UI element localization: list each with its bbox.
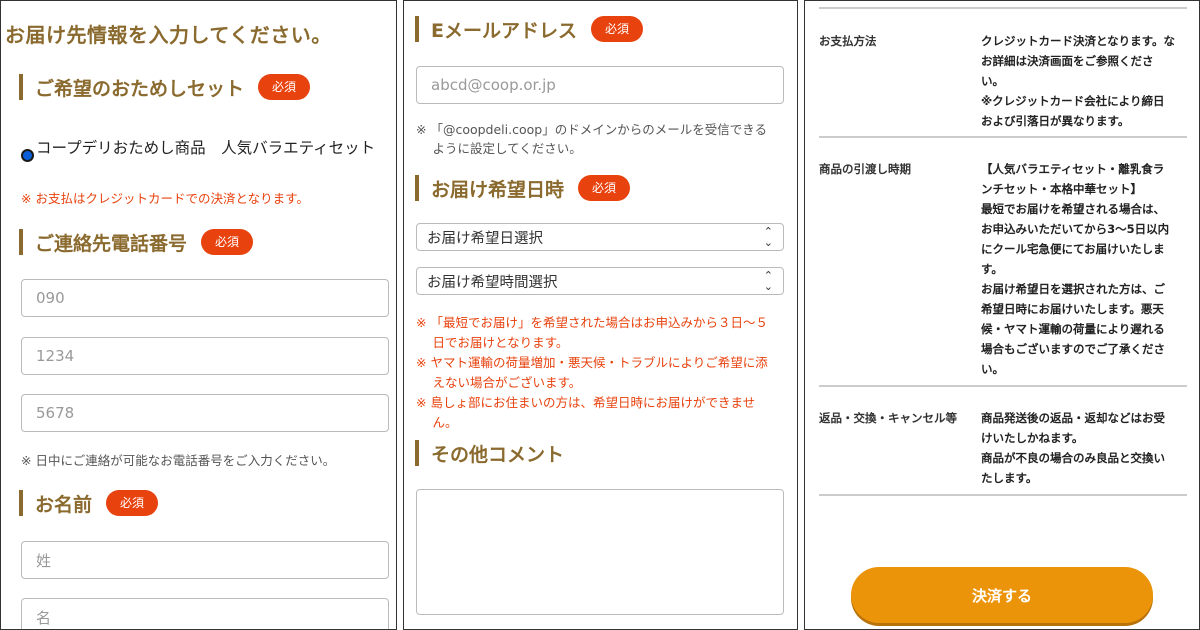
table-row-returns: 返品・交換・キャンセル等 商品発送後の返品・返却などはお受 けいたしかねます。 … [819,408,1187,488]
pay-button[interactable]: 決済する [851,567,1153,623]
payment-note: ※ お支払はクレジットカードでの決済となります。 [21,191,309,206]
order-form-panel-2: Eメールアドレス 必須 abcd@coop.or.jp ※ 「@coopdeli… [403,0,798,630]
last-name-field[interactable]: 姓 [21,541,389,579]
delivery-time-select[interactable]: お届け希望時間選択 ⌃ ⌄ [416,267,784,295]
row-label: 返品・交換・キャンセル等 [819,411,957,425]
required-badge: 必須 [578,175,631,201]
delivery-date-select-value: お届け希望日選択 [427,230,543,247]
email-section-header: Eメールアドレス 必須 [415,13,643,45]
section-bar [415,175,419,201]
delivery-note-line: えない場合がございます。 [416,375,582,390]
phone-section-title: ご連絡先電話番号 [35,232,188,255]
comment-section-header: その他コメント [415,437,564,469]
required-badge: 必須 [106,490,159,516]
set-section-title: ご希望のおためしセット [35,77,245,100]
delivery-notes: ※ 「最短でお届け」を希望された場合はお申込みから３日〜５ 日でお届けとなります… [416,313,768,433]
table-divider [819,494,1187,496]
row-label: 商品の引渡し時期 [819,162,911,176]
section-bar [19,490,23,516]
email-section-title: Eメールアドレス [431,19,577,42]
required-badge: 必須 [258,74,311,100]
email-field[interactable]: abcd@coop.or.jp [416,66,784,104]
table-row-delivery-timing: 商品の引渡し時期 【人気バラエティセット・離乳食ラ ンチセット・本格中華セット】… [819,159,1187,379]
delivery-section-header: お届け希望日時 必須 [415,172,631,204]
section-bar [415,440,419,466]
delivery-date-select[interactable]: お届け希望日選択 ⌃ ⌄ [416,223,784,251]
row-value: クレジットカード決済となります。な お詳細は決済画面をご参照くださ い。 ※クレ… [981,34,1176,128]
phone-field-2[interactable]: 1234 [21,337,389,375]
email-note-line: ように設定してください。 [416,141,582,156]
table-divider [819,385,1187,387]
set-option-radio[interactable]: コープデリおためし商品 人気バラエティセット [21,136,376,162]
email-note: ※ 「@coopdeli.coop」のドメインからのメールを受信できる ように設… [416,120,767,158]
name-section-header: お名前 必須 [19,487,159,519]
section-bar [19,229,23,255]
comment-section-title: その他コメント [431,443,565,466]
table-divider [819,136,1187,138]
phone-field-1[interactable]: 090 [21,279,389,317]
delivery-note-line: 日でお届けとなります。 [416,335,569,350]
comment-textarea[interactable] [416,489,784,615]
delivery-note-line: ※ 「最短でお届け」を希望された場合はお申込みから３日〜５ [416,315,768,330]
phone-section-header: ご連絡先電話番号 必須 [19,226,254,258]
delivery-note-line: ※ 島しょ部にお住まいの方は、希望日時にお届けができませ [416,395,756,410]
delivery-time-select-value: お届け希望時間選択 [427,274,558,291]
order-form-panel-1: お届け先情報を入力してください。 ご希望のおためしセット 必須 コープデリおため… [0,0,397,630]
row-label: お支払方法 [819,34,877,48]
phone-note: ※ 日中にご連絡が可能なお電話番号をご入力ください。 [21,453,336,468]
set-section-header: ご希望のおためしセット 必須 [19,71,311,103]
table-row-payment: お支払方法 クレジットカード決済となります。な お詳細は決済画面をご参照くださ … [819,31,1187,131]
table-divider [819,7,1187,9]
required-badge: 必須 [201,229,254,255]
section-bar [415,16,419,42]
required-badge: 必須 [590,16,643,42]
radio-selected-icon[interactable] [21,149,34,162]
order-summary-panel: お支払方法 クレジットカード決済となります。な お詳細は決済画面をご参照くださ … [804,0,1200,630]
row-value: 商品発送後の返品・返却などはお受 けいたしかねます。 商品が不良の場合のみ良品と… [981,411,1165,485]
phone-field-3[interactable]: 5678 [21,394,389,432]
row-value: 【人気バラエティセット・離乳食ラ ンチセット・本格中華セット】 最短でお届けを希… [981,162,1170,376]
updown-chevron-icon: ⌃ ⌄ [763,225,773,249]
delivery-section-title: お届け希望日時 [431,178,565,201]
first-name-field[interactable]: 名 [21,598,389,629]
delivery-note-line: ん。 [416,415,458,430]
updown-chevron-icon: ⌃ ⌄ [763,269,773,293]
email-note-line: ※ 「@coopdeli.coop」のドメインからのメールを受信できる [416,122,767,137]
delivery-note-line: ※ ヤマト運輸の荷量増加・悪天候・トラブルによりご希望に添 [416,355,768,370]
page-title: お届け先情報を入力してください。 [5,23,332,47]
name-section-title: お名前 [35,493,93,516]
set-option-label: コープデリおためし商品 人気バラエティセット [36,139,376,157]
section-bar [19,74,23,100]
